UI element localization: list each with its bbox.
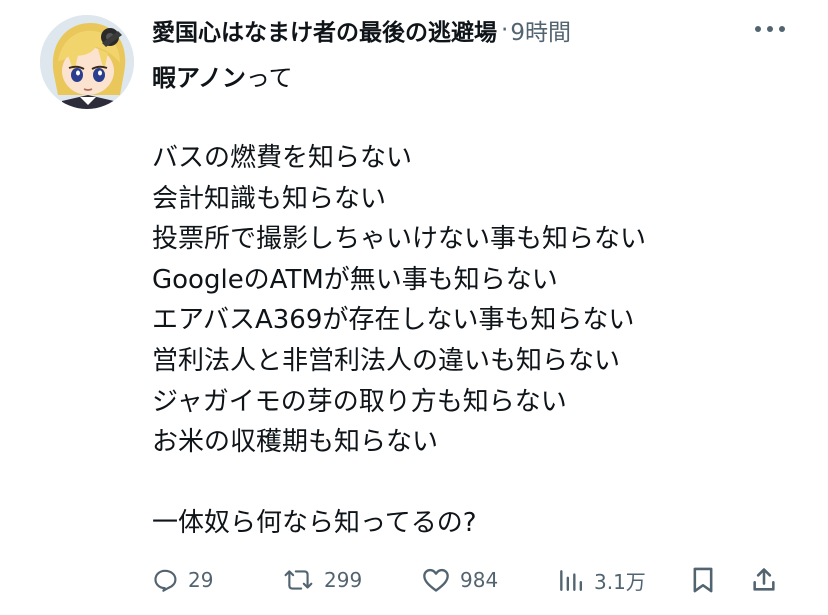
body-line: 会計知識も知らない: [152, 183, 387, 214]
views-count: 3.1万: [594, 569, 646, 594]
like-button[interactable]: 984: [422, 560, 498, 600]
separator-dot: ·: [501, 17, 509, 43]
more-options-icon[interactable]: [755, 17, 785, 41]
tweet-header: 愛国心はなまけ者の最後の逃避場 · 9時間: [152, 12, 772, 48]
retweet-button[interactable]: 299: [284, 560, 362, 600]
body-line: 営利法人と非営利法人の違いも知らない: [152, 345, 621, 376]
anime-character-avatar-icon: [40, 15, 134, 109]
body-line: 投票所で撮影しちゃいけない事も知らない: [152, 224, 647, 255]
body-line: バスの燃費を知らない: [152, 143, 413, 173]
reply-count: 29: [188, 568, 214, 592]
tweet-body: バスの燃費を知らない 会計知識も知らない 投票所で撮影しちゃいけない事も知らない…: [152, 138, 792, 544]
reply-button[interactable]: 29: [152, 560, 213, 600]
timestamp[interactable]: 9時間: [510, 13, 571, 47]
body-line: GoogleのATMが無い事も知らない: [152, 264, 558, 295]
bold-text: 暇アノン: [152, 63, 246, 92]
dot: [755, 26, 761, 32]
body-line: エアバスA369が存在しない事も知らない: [152, 305, 635, 336]
body-blank-line: [152, 463, 792, 504]
retweet-icon: [284, 570, 313, 590]
heart-icon: [423, 568, 449, 592]
plain-text: って: [245, 63, 293, 92]
reply-icon: [154, 569, 177, 592]
avatar[interactable]: [40, 15, 134, 109]
action-bar: 29 299 984 3.1万: [152, 560, 792, 600]
retweet-count: 299: [324, 568, 363, 592]
dot: [779, 26, 785, 32]
body-line: お米の収穫期も知らない: [152, 427, 439, 458]
tweet-first-line: 暇アノン って: [152, 56, 293, 94]
share-button[interactable]: [750, 560, 778, 600]
tweet: 愛国心はなまけ者の最後の逃避場 · 9時間 暇アノン って バスの燃費を知らない…: [0, 0, 828, 615]
like-count: 984: [460, 568, 499, 592]
body-line: 一体奴ら何なら知ってるの?: [152, 508, 477, 539]
bookmark-button[interactable]: [690, 560, 716, 600]
views-button[interactable]: 3.1万: [556, 560, 646, 600]
display-name[interactable]: 愛国心はなまけ者の最後の逃避場: [152, 13, 497, 47]
body-line: ジャガイモの芽の取り方も知らない: [152, 386, 567, 417]
bookmark-icon: [693, 567, 713, 593]
views-icon: [560, 570, 583, 591]
share-icon: [753, 568, 775, 591]
dot: [767, 26, 773, 32]
